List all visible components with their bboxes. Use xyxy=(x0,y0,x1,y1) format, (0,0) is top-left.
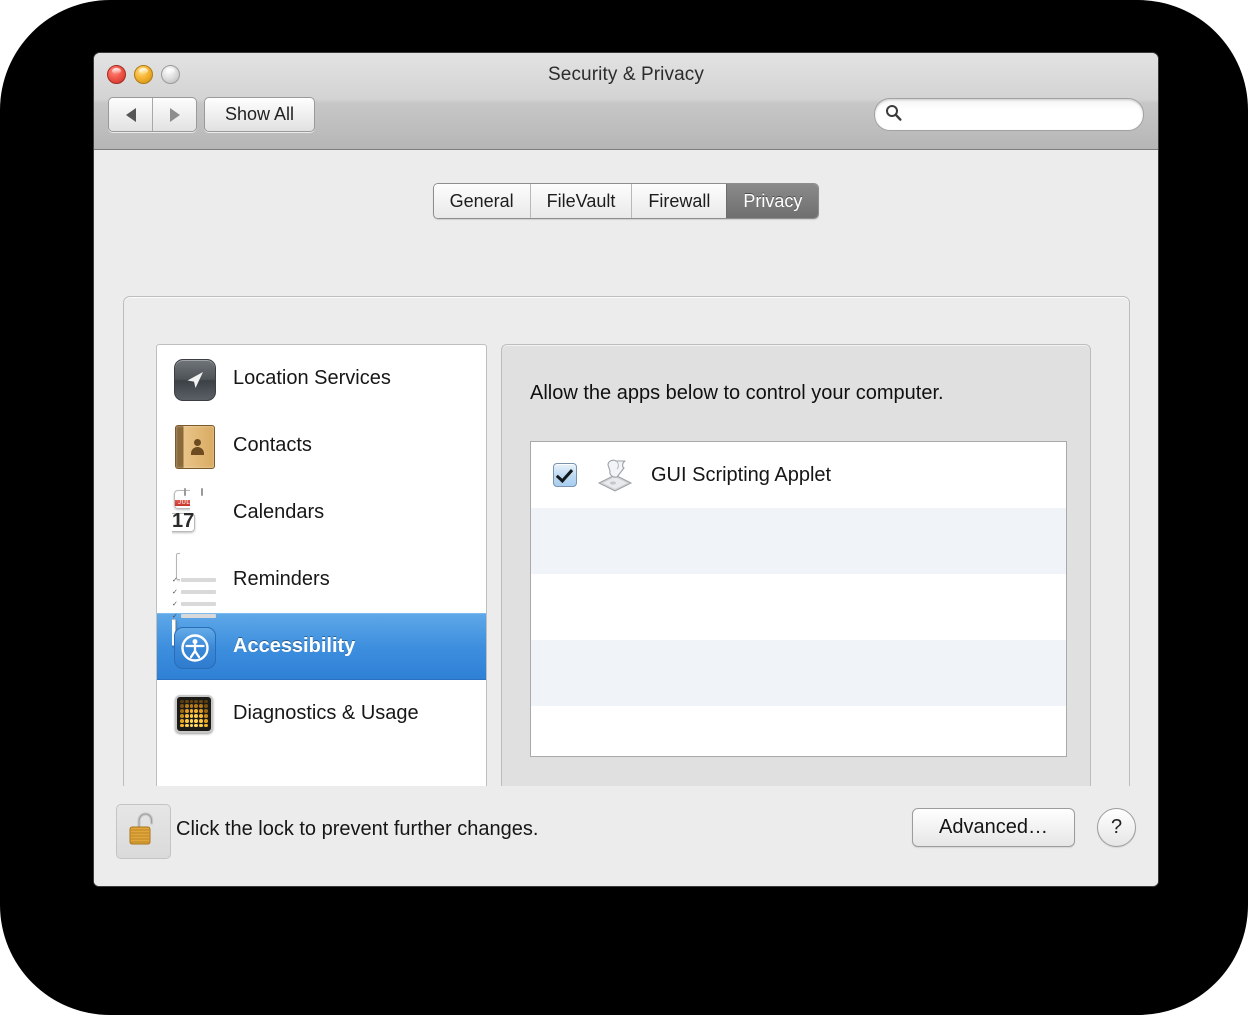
list-item[interactable]: GUI Scripting Applet xyxy=(531,442,1066,508)
advanced-button-label: Advanced… xyxy=(939,816,1048,839)
list-item[interactable] xyxy=(531,640,1066,706)
list-item[interactable] xyxy=(531,508,1066,574)
tab-filevault[interactable]: FileVault xyxy=(530,184,632,218)
sidebar-item-accessibility[interactable]: Accessibility xyxy=(157,613,486,680)
sidebar-item-location-services[interactable]: Location Services xyxy=(157,345,486,412)
app-name-label: GUI Scripting Applet xyxy=(651,464,831,487)
sidebar-item-label: Calendars xyxy=(233,501,324,524)
sidebar-item-reminders[interactable]: ✓ ✓ ✓ ✓ Reminders xyxy=(157,546,486,613)
sidebar-item-calendars[interactable]: JUL 17 Calendars xyxy=(157,479,486,546)
tab-firewall[interactable]: Firewall xyxy=(631,184,726,218)
sidebar-item-label: Contacts xyxy=(233,434,312,457)
applescript-applet-icon xyxy=(595,455,635,495)
sidebar-item-diagnostics-usage[interactable]: Diagnostics & Usage xyxy=(157,680,486,747)
back-button[interactable] xyxy=(109,98,152,131)
accessibility-detail-box: Allow the apps below to control your com… xyxy=(501,344,1091,854)
tab-general[interactable]: General xyxy=(434,184,530,218)
tab-privacy[interactable]: Privacy xyxy=(726,184,818,218)
window-footer: Click the lock to prevent further change… xyxy=(94,786,1158,887)
calendar-icon: JUL 17 xyxy=(172,491,216,535)
tab-privacy-label: Privacy xyxy=(743,191,802,212)
window-title: Security & Privacy xyxy=(94,64,1158,86)
sidebar-item-label: Reminders xyxy=(233,568,330,591)
accessibility-icon xyxy=(172,625,216,669)
list-item[interactable] xyxy=(531,574,1066,640)
app-enable-checkbox[interactable] xyxy=(553,463,577,487)
help-button[interactable]: ? xyxy=(1097,808,1136,847)
sidebar-item-label: Accessibility xyxy=(233,635,355,658)
tab-general-label: General xyxy=(450,191,514,212)
diagnostics-led-icon xyxy=(172,692,216,736)
lock-button[interactable] xyxy=(116,804,171,859)
tab-group[interactable]: General FileVault Firewall Privacy xyxy=(433,183,820,219)
list-item[interactable] xyxy=(531,706,1066,757)
tab-filevault-label: FileVault xyxy=(547,191,616,212)
reminders-list-icon: ✓ ✓ ✓ ✓ xyxy=(172,558,216,602)
address-book-icon xyxy=(172,424,216,468)
allowed-apps-list[interactable]: GUI Scripting Applet xyxy=(530,441,1067,757)
chevron-right-icon xyxy=(170,108,180,122)
search-icon xyxy=(885,104,902,126)
calendar-month-label: JUL xyxy=(175,500,190,506)
security-privacy-window: Security & Privacy Show All xyxy=(93,52,1159,887)
tab-bar: General FileVault Firewall Privacy xyxy=(94,183,1158,219)
chevron-left-icon xyxy=(126,108,136,122)
calendar-day-label: 17 xyxy=(172,510,194,532)
preference-content: General FileVault Firewall Privacy xyxy=(94,150,1158,887)
window-titlebar: Security & Privacy Show All xyxy=(94,53,1158,150)
sidebar-item-contacts[interactable]: Contacts xyxy=(157,412,486,479)
sidebar-item-label: Location Services xyxy=(233,367,391,390)
search-field[interactable] xyxy=(874,98,1144,131)
allow-apps-caption: Allow the apps below to control your com… xyxy=(530,382,944,405)
help-button-label: ? xyxy=(1111,816,1122,839)
privacy-category-list[interactable]: Location Services Contacts JUL 17 xyxy=(156,344,487,854)
sidebar-item-label: Diagnostics & Usage xyxy=(233,702,419,725)
lock-message: Click the lock to prevent further change… xyxy=(176,818,538,841)
tab-firewall-label: Firewall xyxy=(648,191,710,212)
search-input[interactable] xyxy=(907,105,1126,124)
advanced-button[interactable]: Advanced… xyxy=(912,808,1075,847)
unlocked-padlock-icon xyxy=(127,810,161,853)
forward-button[interactable] xyxy=(152,98,196,131)
show-all-label: Show All xyxy=(225,104,294,125)
location-arrow-icon xyxy=(172,357,216,401)
show-all-button[interactable]: Show All xyxy=(204,97,315,132)
navigation-segmented-control[interactable] xyxy=(108,97,197,132)
